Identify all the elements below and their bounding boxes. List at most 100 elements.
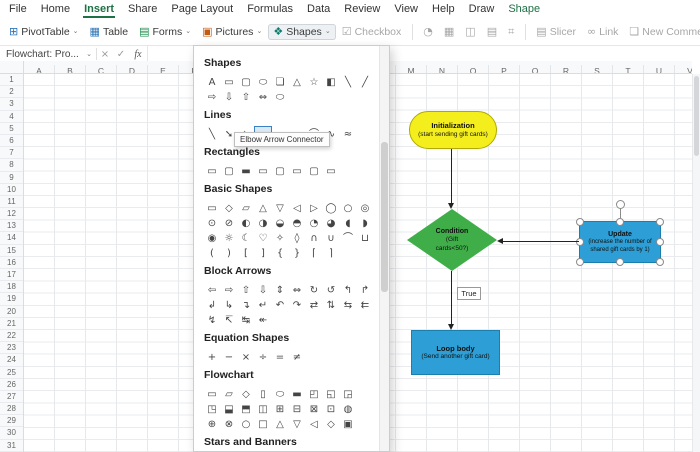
shape-option-icon[interactable]: ☆ — [306, 75, 322, 90]
sheet-scrollbar-thumb[interactable] — [694, 76, 699, 156]
column-header-T[interactable]: T — [613, 65, 644, 74]
shape-option-icon[interactable]: ⇇ — [357, 298, 373, 313]
row-header-23[interactable]: 23 — [0, 342, 23, 354]
shape-option-icon[interactable]: ÷ — [255, 350, 271, 365]
resize-handle[interactable] — [656, 238, 664, 246]
column-header-V[interactable]: V — [675, 65, 692, 74]
cancel-icon[interactable]: × — [97, 49, 113, 60]
resize-handle[interactable] — [576, 258, 584, 266]
menu-data[interactable]: Data — [300, 0, 337, 18]
row-header-1[interactable]: 1 — [0, 74, 23, 86]
shape-option-icon[interactable]: ◇ — [323, 417, 339, 432]
shape-option-icon[interactable]: ⇆ — [340, 298, 356, 313]
shape-option-icon[interactable]: ╲ — [340, 75, 356, 90]
shape-option-icon[interactable]: ▢ — [306, 164, 322, 179]
flowchart-node-update[interactable]: Update (increase the number of shared gi… — [579, 221, 661, 263]
row-header-19[interactable]: 19 — [0, 293, 23, 305]
select-all-corner[interactable] — [0, 61, 24, 74]
shape-option-icon[interactable]: ↞ — [255, 313, 271, 328]
row-header-16[interactable]: 16 — [0, 257, 23, 269]
resize-handle[interactable] — [616, 218, 624, 226]
row-header-29[interactable]: 29 — [0, 415, 23, 427]
shape-option-icon[interactable]: ⇨ — [204, 90, 220, 105]
shape-option-icon[interactable]: × — [238, 350, 254, 365]
shape-option-icon[interactable]: ▭ — [323, 164, 339, 179]
shape-option-icon[interactable]: ⌒ — [340, 231, 356, 246]
row-header-8[interactable]: 8 — [0, 159, 23, 171]
column-header-B[interactable]: B — [55, 65, 86, 74]
menu-insert[interactable]: Insert — [77, 0, 121, 18]
shape-option-icon[interactable]: ⇧ — [238, 90, 254, 105]
menu-view[interactable]: View — [387, 0, 425, 18]
row-header-4[interactable]: 4 — [0, 111, 23, 123]
shape-option-icon[interactable]: ⊔ — [357, 231, 373, 246]
shape-option-icon[interactable]: □ — [255, 417, 271, 432]
row-header-22[interactable]: 22 — [0, 330, 23, 342]
row-header-30[interactable]: 30 — [0, 427, 23, 439]
shape-option-icon[interactable]: { — [272, 246, 288, 261]
row-header-31[interactable]: 31 — [0, 440, 23, 452]
shape-option-icon[interactable]: − — [221, 350, 237, 365]
pictures-button[interactable]: ▣Pictures⌄ — [197, 24, 267, 40]
insert-function-icon[interactable]: fx — [129, 49, 147, 60]
shape-option-icon[interactable]: ▢ — [272, 164, 288, 179]
resize-handle[interactable] — [576, 218, 584, 226]
shape-option-icon[interactable]: ⬭ — [272, 90, 288, 105]
column-header-M[interactable]: M — [396, 65, 427, 74]
row-header-5[interactable]: 5 — [0, 123, 23, 135]
row-header-20[interactable]: 20 — [0, 306, 23, 318]
row-header-12[interactable]: 12 — [0, 208, 23, 220]
column-header-N[interactable]: N — [427, 65, 458, 74]
row-header-26[interactable]: 26 — [0, 379, 23, 391]
shape-option-icon[interactable]: } — [289, 246, 305, 261]
connector-update-to-condition[interactable] — [503, 241, 579, 242]
menu-formulas[interactable]: Formulas — [240, 0, 300, 18]
menu-file[interactable]: File — [2, 0, 34, 18]
row-header-13[interactable]: 13 — [0, 220, 23, 232]
shape-option-icon[interactable]: ▣ — [340, 417, 356, 432]
shape-option-icon[interactable]: ▭ — [204, 164, 220, 179]
flowchart-node-loop-body[interactable]: Loop body (Send another gift card) — [411, 330, 500, 375]
shape-option-icon[interactable]: ↶ — [272, 298, 288, 313]
menu-help[interactable]: Help — [425, 0, 462, 18]
shape-option-icon[interactable]: ↸ — [221, 313, 237, 328]
pivottable-button[interactable]: ⊞PivotTable⌄ — [4, 24, 84, 40]
shape-option-icon[interactable]: ▢ — [221, 164, 237, 179]
shape-option-icon[interactable]: △ — [272, 417, 288, 432]
shape-option-icon[interactable]: ⊗ — [221, 417, 237, 432]
shape-option-icon[interactable]: ≈ — [340, 127, 356, 142]
shape-option-icon[interactable]: ↷ — [289, 298, 305, 313]
row-header-10[interactable]: 10 — [0, 184, 23, 196]
row-header-17[interactable]: 17 — [0, 269, 23, 281]
panel-scrollbar-thumb[interactable] — [381, 142, 388, 292]
menu-home[interactable]: Home — [34, 0, 77, 18]
menu-review[interactable]: Review — [337, 0, 387, 18]
shape-option-icon[interactable]: ○ — [238, 417, 254, 432]
row-header-6[interactable]: 6 — [0, 135, 23, 147]
shapes-button[interactable]: ❖Shapes⌄ — [268, 24, 335, 40]
shape-option-icon[interactable]: ▭ — [289, 164, 305, 179]
column-header-O[interactable]: O — [458, 65, 489, 74]
resize-handle[interactable] — [616, 258, 624, 266]
row-header-24[interactable]: 24 — [0, 354, 23, 366]
row-header-15[interactable]: 15 — [0, 245, 23, 257]
shape-option-icon[interactable]: ╲ — [204, 127, 220, 142]
column-header-P[interactable]: P — [489, 65, 520, 74]
shape-option-icon[interactable]: ▽ — [289, 417, 305, 432]
resize-handle[interactable] — [576, 238, 584, 246]
enter-icon[interactable]: ✓ — [113, 49, 129, 60]
column-header-E[interactable]: E — [148, 65, 179, 74]
column-header-Q[interactable]: Q — [520, 65, 551, 74]
shape-option-icon[interactable]: ╱ — [357, 75, 373, 90]
shape-option-icon[interactable]: ⌉ — [323, 246, 339, 261]
shape-option-icon[interactable]: ) — [221, 246, 237, 261]
row-header-14[interactable]: 14 — [0, 232, 23, 244]
shape-option-icon[interactable]: ↹ — [238, 313, 254, 328]
column-header-S[interactable]: S — [582, 65, 613, 74]
menu-page-layout[interactable]: Page Layout — [164, 0, 240, 18]
shape-option-icon[interactable]: ⇩ — [221, 90, 237, 105]
row-header-25[interactable]: 25 — [0, 367, 23, 379]
shape-option-icon[interactable]: [ — [238, 246, 254, 261]
row-header-7[interactable]: 7 — [0, 147, 23, 159]
shape-option-icon[interactable]: ▬ — [238, 164, 254, 179]
